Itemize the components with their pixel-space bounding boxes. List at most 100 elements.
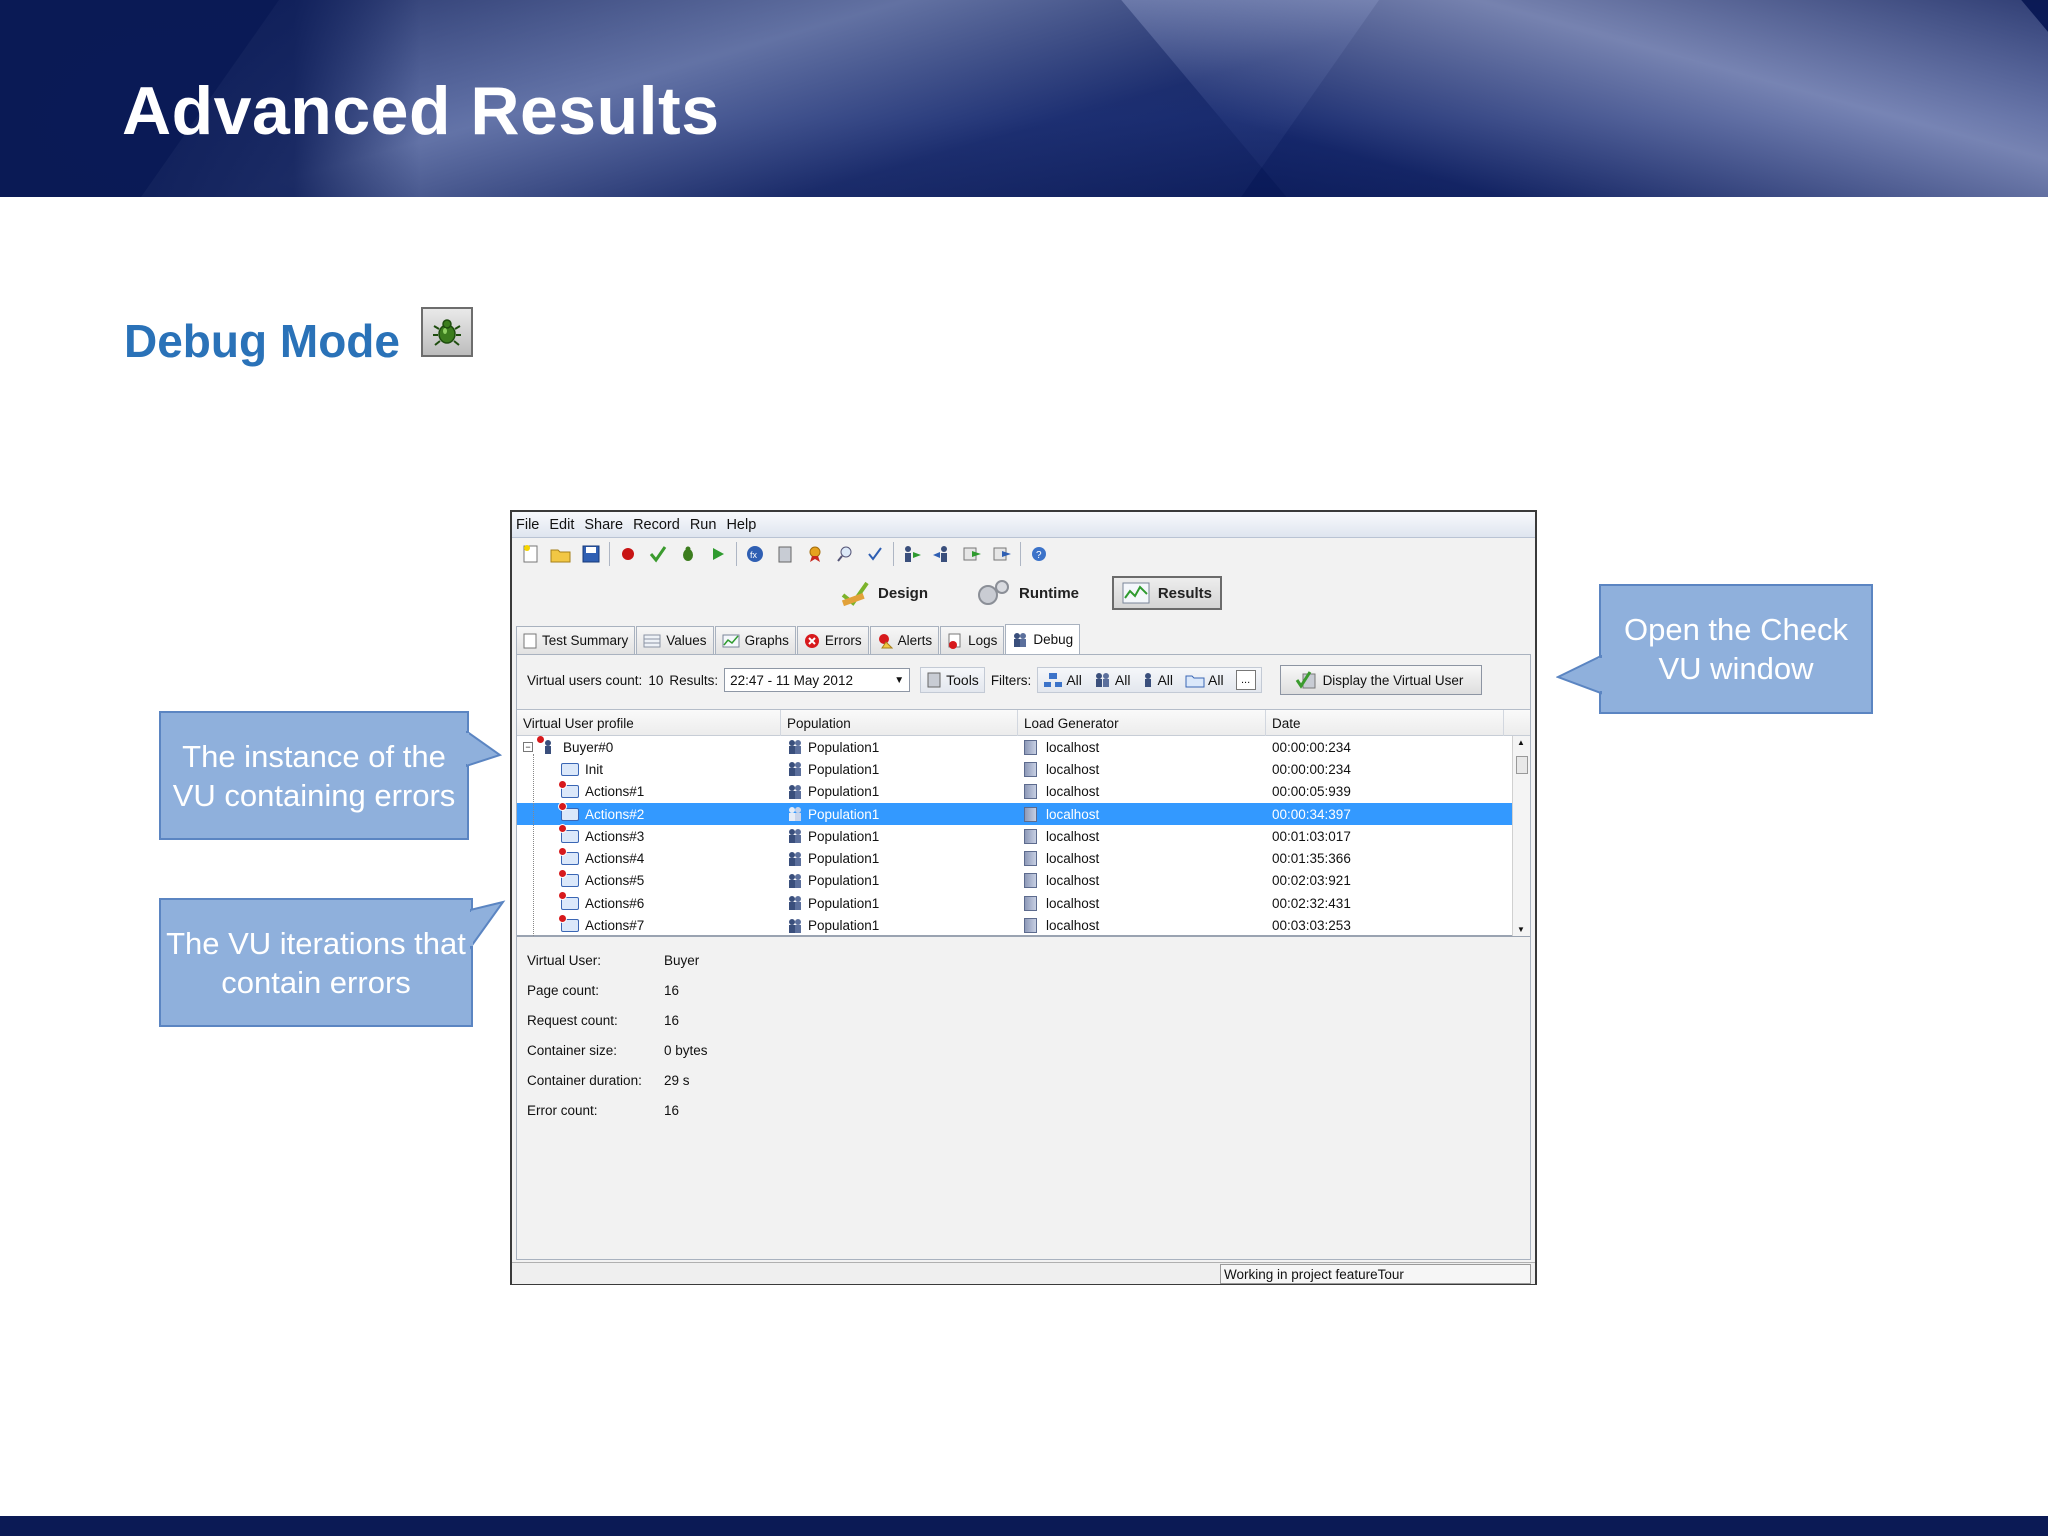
menu-file[interactable]: File	[516, 517, 539, 533]
row-population: Population1	[808, 784, 880, 800]
detail-value: Buyer	[664, 953, 700, 968]
results-dropdown[interactable]: 22:47 - 11 May 2012 ▼	[724, 668, 911, 692]
row-date: 00:00:00:234	[1272, 739, 1351, 755]
tab-values[interactable]: Values	[636, 626, 714, 654]
mode-results-button[interactable]: Results	[1112, 576, 1222, 610]
scroll-up-icon[interactable]: ▲	[1517, 738, 1525, 747]
table-row[interactable]: Init Population1 localhost 00:00:00:234	[517, 758, 1530, 780]
tab-test-summary[interactable]: Test Summary	[516, 626, 636, 654]
menu-share[interactable]: Share	[584, 517, 623, 533]
detail-label: Virtual User:	[527, 953, 602, 968]
detail-value: 16	[664, 983, 680, 998]
population-icon	[787, 873, 803, 889]
save-icon[interactable]	[580, 543, 602, 565]
filter-bar: Virtual users count: 10 Results: 22:47 -…	[517, 663, 1530, 697]
user-back-icon[interactable]	[931, 543, 953, 565]
callout-instance: The instance of the VU containing errors	[159, 711, 469, 840]
menu-help[interactable]: Help	[726, 517, 756, 533]
vu-count-value: 10	[648, 672, 664, 688]
row-name: Actions#3	[585, 828, 645, 844]
row-date: 00:00:05:939	[1272, 784, 1351, 800]
row-name: Actions#4	[585, 851, 645, 867]
table-row[interactable]: Actions#1 Population1 localhost 00:00:05…	[517, 779, 1530, 803]
row-date: 00:02:32:431	[1272, 895, 1351, 911]
column-header[interactable]: Date	[1266, 710, 1504, 736]
results-label: Results:	[669, 672, 719, 688]
filter-population[interactable]: All	[1094, 672, 1130, 688]
filter-virtual-user[interactable]: All	[1142, 672, 1173, 688]
detail-virtual-user: Virtual User: Buyer	[527, 953, 699, 968]
row-name: Actions#1	[585, 784, 645, 800]
function-icon[interactable]: fx	[744, 543, 766, 565]
table-row[interactable]: Actions#7 Population1 localhost 00:03:03…	[517, 913, 1530, 936]
row-name: Actions#2	[585, 806, 645, 822]
check-icon[interactable]	[647, 543, 669, 565]
callout-instance-text: The instance of the VU containing errors	[172, 738, 456, 813]
medal-icon[interactable]	[804, 543, 826, 565]
display-virtual-user-button[interactable]: Display the Virtual User	[1279, 665, 1483, 695]
tab-graphs[interactable]: Graphs	[714, 626, 796, 654]
debug-panel: Virtual users count: 10 Results: 22:47 -…	[516, 654, 1531, 1260]
row-population: Population1	[808, 851, 880, 867]
servers-icon[interactable]	[774, 543, 796, 565]
menu-run[interactable]: Run	[690, 517, 717, 533]
mode-results-label: Results	[1157, 584, 1212, 602]
debug-icon[interactable]	[677, 543, 699, 565]
callout-iterations: The VU iterations that contain errors	[159, 898, 473, 1027]
tab-logs[interactable]: Logs	[940, 626, 1005, 654]
filter-load-generator[interactable]: All	[1043, 672, 1082, 688]
more-filters-button[interactable]: ...	[1235, 670, 1256, 690]
log-icon	[948, 633, 961, 649]
table-row-selected[interactable]: Actions#2 Population1 localhost 00:00:34…	[517, 802, 1530, 826]
error-folder-icon	[558, 779, 579, 800]
error-folder-icon	[558, 891, 579, 911]
table-row[interactable]: Actions#5 Population1 localhost 00:02:03…	[517, 868, 1530, 892]
column-header[interactable]: Virtual User profile	[517, 710, 781, 736]
tab-errors-label: Errors	[824, 633, 862, 648]
mode-design-button[interactable]: Design	[832, 576, 936, 610]
debug-bug-icon	[421, 307, 473, 357]
menu-edit[interactable]: Edit	[549, 517, 574, 533]
filters-group: All All All All ...	[1037, 667, 1262, 693]
error-folder-icon	[558, 868, 579, 889]
server-icon	[1024, 761, 1037, 777]
table-row[interactable]: Actions#4 Population1 localhost 00:01:35…	[517, 846, 1530, 869]
play-icon[interactable]	[707, 543, 729, 565]
detail-label: Container duration:	[527, 1073, 642, 1088]
table-row[interactable]: Actions#3 Population1 localhost 00:01:03…	[517, 824, 1530, 847]
collapse-toggle-icon[interactable]: −	[523, 742, 533, 753]
mode-runtime-button[interactable]: Runtime	[967, 576, 1087, 610]
svg-text:?: ?	[1036, 550, 1042, 561]
scroll-down-icon[interactable]: ▼	[1517, 925, 1525, 934]
chevron-down-icon: ▼	[894, 674, 905, 686]
search-icon[interactable]	[834, 543, 856, 565]
table-row[interactable]: − Buyer#0 Population1 localhost 00:00:00…	[517, 736, 1530, 758]
population-icon	[787, 851, 803, 867]
table-row[interactable]: Actions#6 Population1 localhost 00:02:32…	[517, 891, 1530, 914]
user-forward-icon[interactable]	[901, 543, 923, 565]
scroll-thumb[interactable]	[1516, 756, 1528, 774]
new-project-icon[interactable]	[520, 543, 542, 565]
callout-iterations-pointer	[470, 900, 506, 950]
help-icon[interactable]: ?	[1028, 543, 1050, 565]
export-icon[interactable]	[991, 543, 1013, 565]
row-date: 00:03:03:253	[1272, 918, 1351, 934]
grid-icon	[643, 634, 661, 647]
menu-record[interactable]: Record	[633, 517, 680, 533]
row-load-generator: localhost	[1046, 895, 1100, 911]
column-header[interactable]: Load Generator	[1018, 710, 1266, 736]
validate-icon[interactable]	[864, 543, 886, 565]
filter-vu-value: All	[1157, 672, 1173, 688]
import-icon[interactable]	[961, 543, 983, 565]
record-icon[interactable]	[617, 543, 639, 565]
tab-debug[interactable]: Debug	[1005, 624, 1081, 654]
results-graph-icon	[1122, 582, 1150, 604]
tab-debug-label: Debug	[1033, 632, 1074, 647]
tab-alerts[interactable]: Alerts	[869, 626, 940, 654]
column-header[interactable]: Population	[781, 710, 1018, 736]
open-folder-icon[interactable]	[550, 543, 572, 565]
tools-button[interactable]: Tools	[920, 667, 985, 693]
vertical-scrollbar[interactable]: ▲ ▼	[1512, 736, 1530, 936]
filter-container[interactable]: All	[1185, 672, 1224, 688]
tab-errors[interactable]: Errors	[796, 626, 869, 654]
